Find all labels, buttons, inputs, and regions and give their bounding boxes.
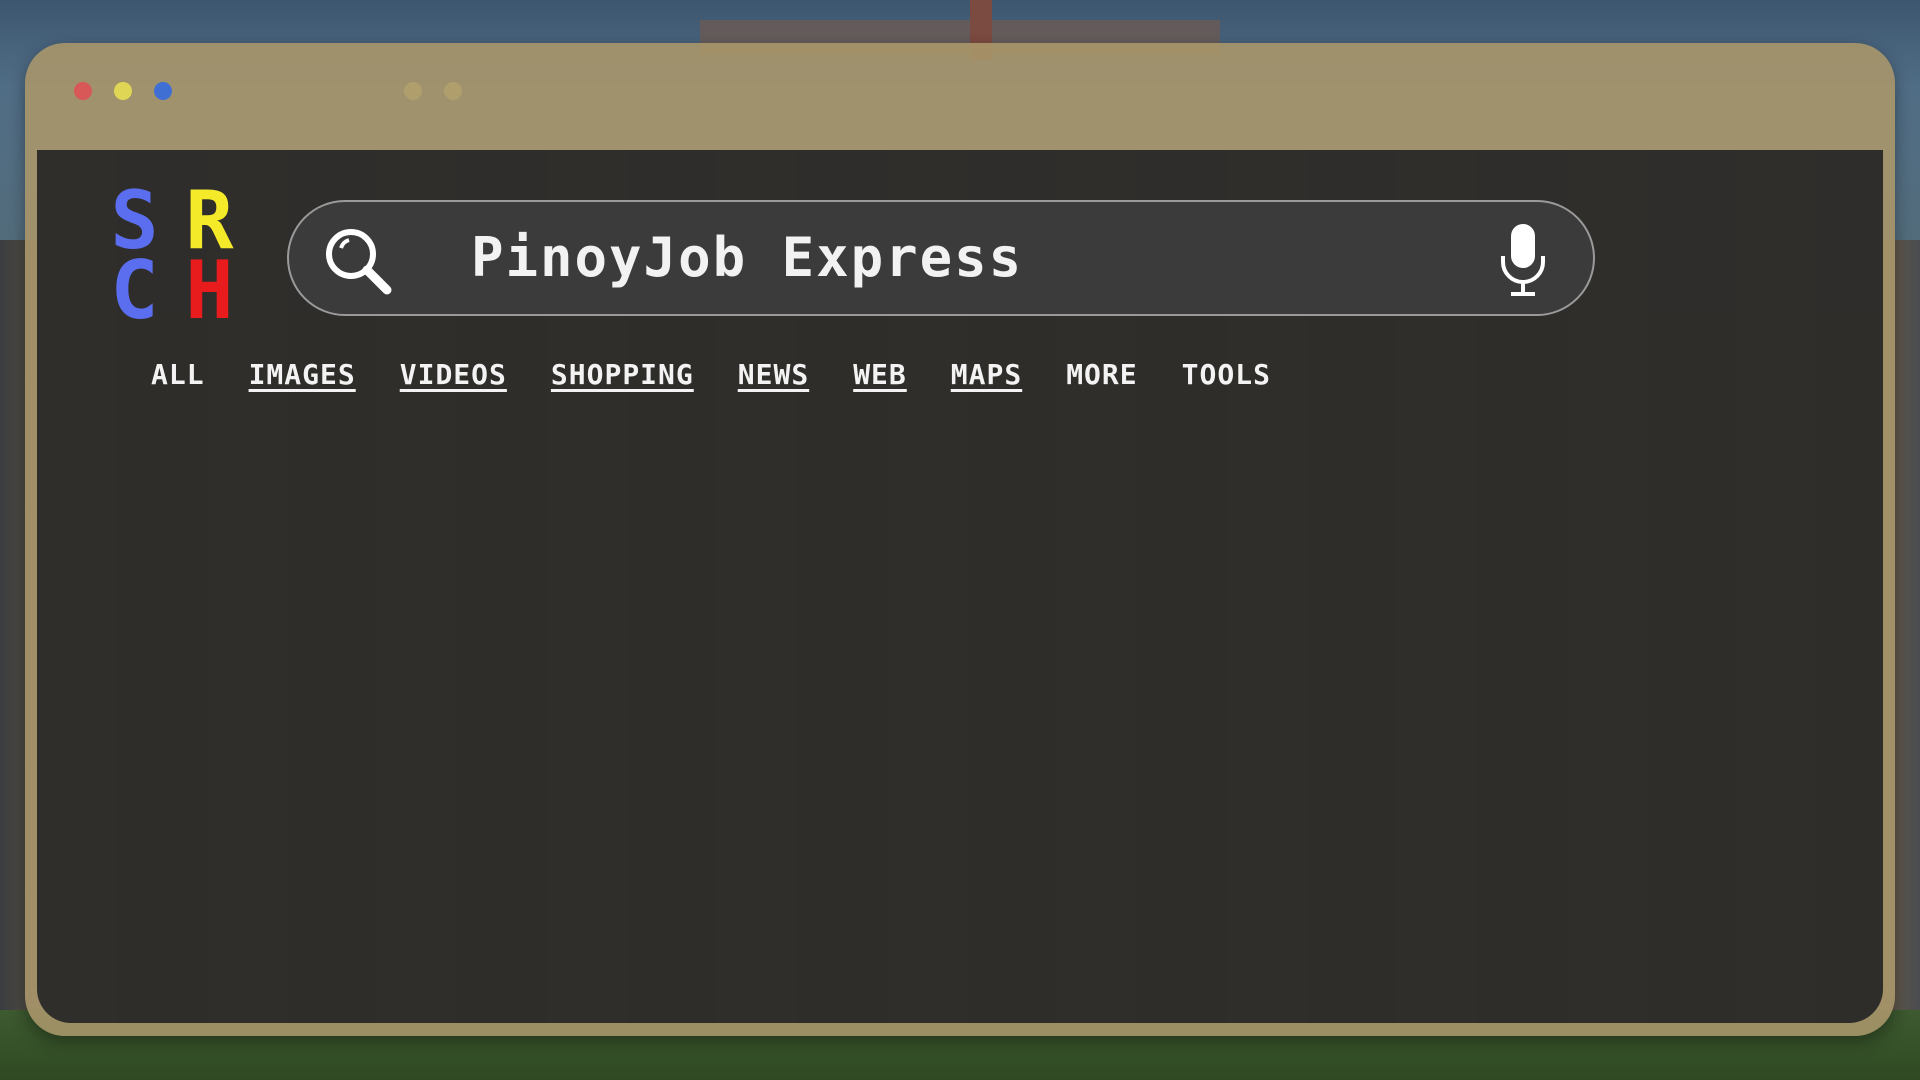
tab-all[interactable]: ALL [151,358,205,391]
magnifier-icon[interactable] [319,222,399,302]
close-window-button[interactable] [74,82,92,100]
background-window-dot [404,82,422,100]
logo-letter: H [185,244,234,337]
search-input[interactable]: PinoyJob Express [471,228,1023,288]
minimize-window-button[interactable] [114,82,132,100]
tab-shopping[interactable]: SHOPPING [551,358,694,391]
tab-images[interactable]: IMAGES [249,358,356,391]
search-tabs: ALL IMAGES VIDEOS SHOPPING NEWS WEB MAPS… [151,358,1271,391]
tab-tools[interactable]: TOOLS [1182,358,1271,391]
microphone-icon[interactable] [1495,222,1551,302]
maximize-window-button[interactable] [154,82,172,100]
tab-more[interactable]: MORE [1066,358,1137,391]
search-page: S R C H PinoyJob Express ALL IMAGES VIDE… [37,150,1883,1023]
tab-maps[interactable]: MAPS [951,358,1022,391]
tab-news[interactable]: NEWS [738,358,809,391]
background-window-dot [444,82,462,100]
tab-web[interactable]: WEB [853,358,907,391]
tab-videos[interactable]: VIDEOS [400,358,507,391]
srch-logo[interactable]: S R C H [97,181,247,337]
search-bar[interactable]: PinoyJob Express [287,200,1595,316]
logo-letter: C [110,244,159,337]
